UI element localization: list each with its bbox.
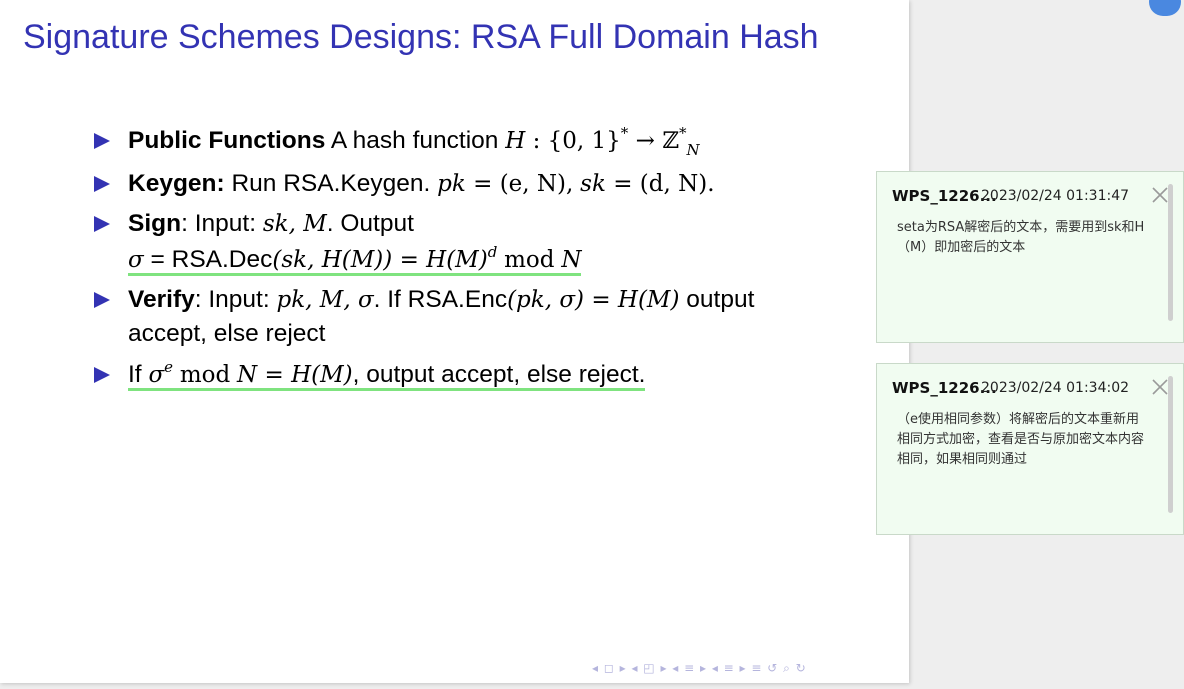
bullet-text-if: If <box>128 361 142 388</box>
bullet-text: : Input: <box>194 286 270 313</box>
bullet-text: A hash function <box>330 127 499 154</box>
math-mod: mod <box>504 247 555 273</box>
bullet-triangle-icon <box>94 216 110 232</box>
math-sk-value: = (d, N). <box>605 171 715 197</box>
math-e: e <box>164 358 174 376</box>
bullet-text-end: , output accept, else reject. <box>352 361 646 388</box>
bullet-label: Public Functions <box>128 127 326 154</box>
bullet-label: Sign <box>128 210 182 237</box>
bullet-label: Verify <box>128 286 195 313</box>
bullet-triangle-icon <box>94 292 110 308</box>
bullet-text: Run RSA.Keygen. <box>231 170 431 197</box>
comment-body: seta为RSA解密后的文本，需要用到sk和H（M）即加密后的文本 <box>897 220 1145 255</box>
slide-title: Signature Schemes Designs: RSA Full Doma… <box>23 18 819 56</box>
bullet-text-output: output <box>686 286 755 313</box>
math-input: sk, M <box>262 211 327 237</box>
comment-timestamp: 2023/02/24 01:31:47 <box>981 188 1130 204</box>
math-enc-args: (pk, σ) = H(M) <box>507 287 680 313</box>
highlighted-final-formula: If σe mod N = H(M), output accept, else … <box>128 358 646 391</box>
math-codomain: → ℤ <box>628 128 679 154</box>
bullet-triangle-icon <box>94 367 110 383</box>
math-domain: : {0, 1} <box>525 128 621 154</box>
beamer-navigation-bar[interactable]: ◂ ◻ ▸ ◂ ◰ ▸ ◂ ≡ ▸ ◂ ≡ ▸ ≡ ↺ ⌕ ↻ <box>592 661 807 676</box>
comment-card[interactable]: WPS_1226... 2023/02/24 01:31:47 seta为RSA… <box>876 171 1184 343</box>
bullet-text-line2: accept, else reject <box>128 320 326 347</box>
comment-scrollbar[interactable] <box>1168 376 1173 513</box>
bullet-text-output: . Output <box>326 210 414 237</box>
comment-body: （e使用相同参数）将解密后的文本重新用相同方式加密，查看是否与原加密文本内容相同… <box>897 412 1145 467</box>
bullet-triangle-icon <box>94 176 110 192</box>
math-input: pk, M, σ <box>276 287 374 313</box>
bullet-triangle-icon <box>94 133 110 149</box>
math-mod: mod <box>179 362 231 388</box>
math-dec-args: (sk, H(M)) = H(M) <box>272 247 488 273</box>
math-z-sub: N <box>686 141 700 159</box>
math-h: H <box>505 128 526 154</box>
bullet-text: : Input: <box>181 210 257 237</box>
comment-scrollbar[interactable] <box>1168 184 1173 321</box>
bullet-label: Keygen: <box>128 170 225 197</box>
math-equation: N = H(M) <box>237 362 353 388</box>
comment-card[interactable]: WPS_1226... 2023/02/24 01:34:02 （e使用相同参数… <box>876 363 1184 535</box>
math-sk: sk <box>580 171 606 197</box>
highlighted-sign-formula: σ = RSA.Dec(sk, H(M)) = H(M)d mod N <box>128 243 582 276</box>
presentation-slide: Signature Schemes Designs: RSA Full Doma… <box>0 0 909 683</box>
comment-timestamp: 2023/02/24 01:34:02 <box>981 380 1130 396</box>
math-pk-value: = (e, N), <box>465 171 574 197</box>
math-z-star: * <box>678 124 687 142</box>
math-sigma: σ <box>148 362 165 388</box>
bullet-text-if: . If RSA.Enc <box>373 286 508 313</box>
math-pk: pk <box>437 171 466 197</box>
math-d: d <box>487 243 498 261</box>
app-corner-icon[interactable] <box>1149 0 1181 16</box>
math-n: N <box>561 247 582 273</box>
math-sigma: σ <box>128 247 144 273</box>
math-rsa-dec: = RSA.Dec <box>143 246 273 273</box>
